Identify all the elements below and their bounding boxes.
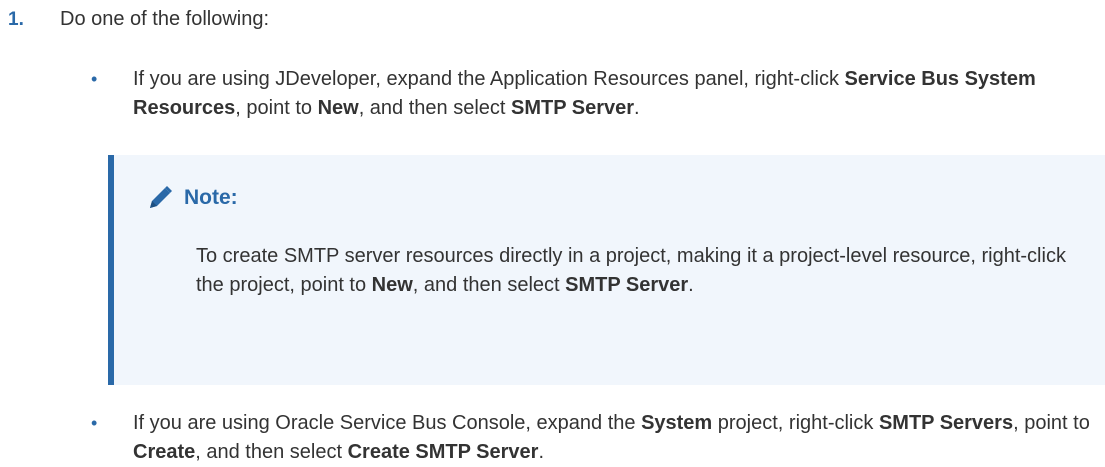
bullet-item-osb-console: If you are using Oracle Service Bus Cons… bbox=[133, 412, 1090, 463]
note-title: Note: bbox=[184, 186, 238, 209]
bullet-item-jdeveloper: If you are using JDeveloper, expand the … bbox=[133, 68, 1036, 119]
step-number: 1. bbox=[8, 9, 24, 30]
ui-term-smtp-servers: SMTP Servers bbox=[878, 412, 1014, 434]
note-callout: Note: To create SMTP server resources di… bbox=[108, 155, 1105, 385]
ui-term-create-smtp-server: Create SMTP Server bbox=[347, 441, 539, 463]
note-body: To create SMTP server resources directly… bbox=[196, 245, 1066, 296]
bullet-marker: • bbox=[91, 413, 98, 433]
ui-term-new: New bbox=[317, 97, 359, 119]
bullet-marker: • bbox=[91, 69, 98, 89]
step-intro: Do one of the following: bbox=[60, 8, 270, 30]
ui-term-new: New bbox=[371, 274, 413, 296]
pencil-icon bbox=[146, 184, 174, 212]
ui-term-create: Create bbox=[133, 441, 196, 463]
ui-term-smtp-server: SMTP Server bbox=[565, 274, 689, 296]
ui-term-system: System bbox=[641, 412, 713, 434]
ui-term-smtp-server: SMTP Server bbox=[511, 97, 635, 119]
note-header: Note: bbox=[146, 183, 238, 212]
